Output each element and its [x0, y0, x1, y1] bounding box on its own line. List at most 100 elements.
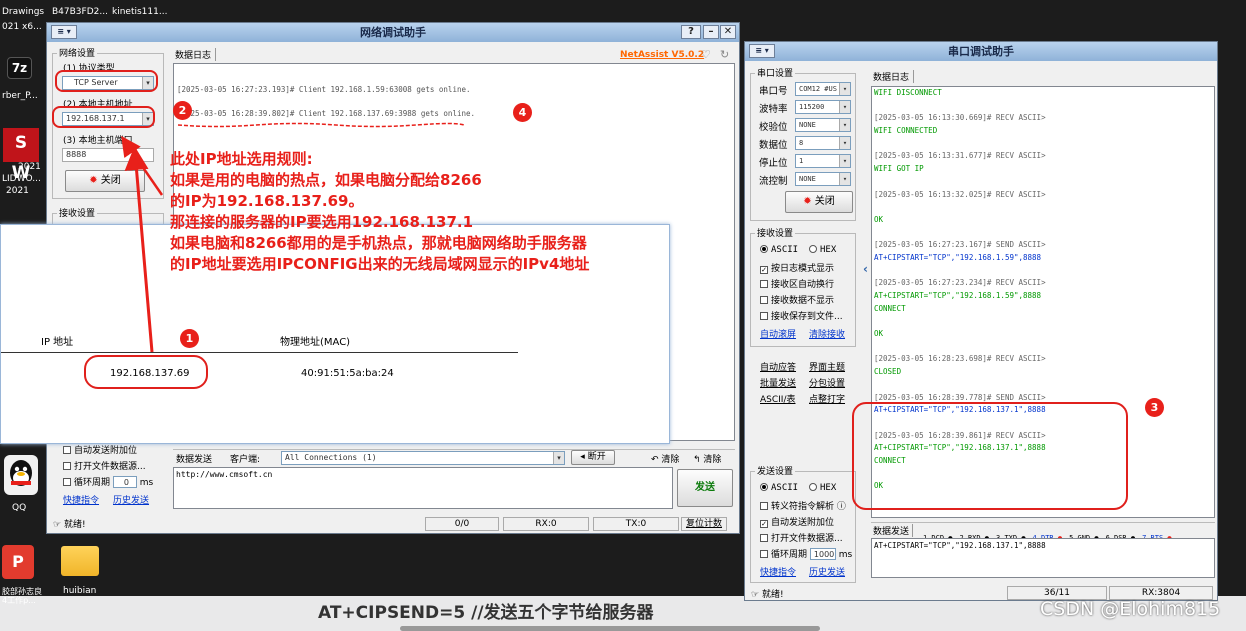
split-link[interactable]: 分包设置: [809, 376, 845, 389]
mac-value: 40:91:51:5a:ba:24: [301, 368, 394, 379]
clear-recv-link[interactable]: 清除接收: [809, 327, 845, 340]
serial-title-bar[interactable]: ≡ ▾ 串口调试助手: [745, 42, 1217, 61]
typewriter-link[interactable]: 点整打字: [809, 392, 845, 405]
net-close-button[interactable]: ✹ 关闭: [65, 170, 145, 192]
chevron-down-icon[interactable]: ▾: [839, 137, 850, 149]
desktop-item-label[interactable]: Drawings: [2, 7, 44, 18]
checkbox[interactable]: [63, 462, 71, 470]
checkbox[interactable]: ✓: [760, 266, 768, 274]
net-title-bar[interactable]: ≡ ▾ 网络调试助手 ? – ✕: [47, 23, 739, 42]
reset-count-button[interactable]: 复位计数: [681, 517, 727, 531]
checkbox[interactable]: [63, 478, 71, 486]
net-settings-label: 网络设置: [57, 46, 98, 59]
chevron-down-icon[interactable]: ▾: [839, 119, 850, 131]
send-hex-radio[interactable]: HEX: [809, 483, 836, 493]
escape-option[interactable]: 转义符指令解析 ⓘ: [760, 499, 846, 512]
clear-icon: ↶: [651, 455, 662, 465]
wps-icon[interactable]: P: [2, 545, 34, 579]
serial-setting-select[interactable]: 115200 ▾: [795, 100, 851, 114]
chevron-down-icon[interactable]: ▾: [553, 452, 564, 464]
serial-setting-select[interactable]: 1 ▾: [795, 154, 851, 168]
disconnect-button[interactable]: ◂ 断开: [571, 450, 615, 465]
checkbox[interactable]: [760, 534, 768, 542]
client-select[interactable]: All Connections (1) ▾: [281, 451, 565, 465]
serial-history-link[interactable]: 历史发送: [809, 565, 845, 578]
port-input[interactable]: 8888: [62, 148, 154, 162]
checkbox[interactable]: [760, 502, 768, 510]
serial-open-file-option[interactable]: 打开文件数据源...: [760, 531, 843, 544]
chevron-down-icon[interactable]: ▾: [839, 173, 850, 185]
solidworks-icon[interactable]: S W: [3, 128, 39, 183]
version-link[interactable]: NetAssist V5.0.2: [620, 50, 704, 60]
clear-button[interactable]: ↶ 清除: [651, 452, 679, 465]
auto-wrap-option[interactable]: 接收区自动换行: [760, 277, 834, 290]
serial-send-tab[interactable]: 数据发送: [873, 524, 914, 537]
no-show-option[interactable]: 接收数据不显示: [760, 293, 834, 306]
auto-reply-link[interactable]: 自动应答: [760, 360, 796, 373]
chevron-down-icon[interactable]: ▾: [839, 155, 850, 167]
desktop-item-label[interactable]: B47B3FD2...: [52, 7, 108, 18]
open-file-option[interactable]: 打开文件数据源...: [63, 459, 146, 472]
append-option[interactable]: ✓ 自动发送附加位: [760, 515, 834, 528]
checkbox[interactable]: ✓: [760, 520, 768, 528]
refresh-icon[interactable]: ↻: [720, 48, 729, 61]
auto-scroll-link[interactable]: 自动滚屏: [760, 327, 796, 340]
collapse-panel-icon[interactable]: ‹: [863, 262, 868, 276]
serial-send-label: 发送设置: [755, 464, 796, 477]
chevron-down-icon[interactable]: ▾: [839, 101, 850, 113]
info-icon[interactable]: ⓘ: [837, 502, 846, 512]
batch-send-link[interactable]: 批量发送: [760, 376, 796, 389]
radio[interactable]: [809, 245, 817, 253]
chevron-down-icon[interactable]: ▾: [839, 83, 850, 95]
shortcut-link[interactable]: 快捷指令: [63, 493, 99, 506]
7z-icon[interactable]: 7z: [7, 57, 32, 79]
auto-append-option[interactable]: 自动发送附加位: [63, 443, 137, 456]
send-tab[interactable]: 数据发送: [176, 452, 212, 465]
send-ascii-radio[interactable]: ASCII: [760, 483, 798, 493]
window-menu-button[interactable]: ≡ ▾: [749, 44, 775, 58]
history-link[interactable]: 历史发送: [113, 493, 149, 506]
no-show-label: 接收数据不显示: [771, 296, 835, 306]
recv-ascii-radio[interactable]: ASCII: [760, 245, 798, 255]
loop-option[interactable]: 循环周期 0 ms: [63, 475, 153, 488]
help-icon[interactable]: ?: [681, 25, 701, 39]
window-menu-button[interactable]: ≡ ▾: [51, 25, 77, 39]
scrollbar-thumb[interactable]: [400, 626, 820, 631]
checkbox[interactable]: [63, 446, 71, 454]
checkbox[interactable]: [760, 296, 768, 304]
checkbox[interactable]: [760, 550, 768, 558]
desktop-icon-label: 胶部孙志良 4工作p...: [2, 587, 42, 605]
send-button[interactable]: 发送: [677, 469, 733, 507]
radio[interactable]: [809, 483, 817, 491]
serial-loop-input[interactable]: 1000: [809, 548, 836, 560]
clear-all-button[interactable]: ↰ 清除: [693, 452, 721, 465]
badge-1: 1: [180, 329, 199, 348]
save-file-option[interactable]: 接收保存到文件...: [760, 309, 843, 322]
send-input[interactable]: http://www.cmsoft.cn: [173, 467, 673, 509]
serial-send-input[interactable]: AT+CIPSTART="TCP","192.168.137.1",8888: [871, 538, 1215, 578]
checkbox[interactable]: [760, 312, 768, 320]
close-button[interactable]: ✕: [720, 25, 736, 39]
loop-input[interactable]: 0: [112, 476, 137, 488]
serial-setting-select[interactable]: NONE ▾: [795, 118, 851, 132]
ascii-table-link[interactable]: ASCII/表: [760, 392, 796, 405]
folder-icon[interactable]: [61, 546, 99, 576]
serial-shortcut-link[interactable]: 快捷指令: [760, 565, 796, 578]
radio[interactable]: [760, 245, 768, 253]
heart-icon[interactable]: ♡: [701, 48, 711, 61]
radio[interactable]: [760, 483, 768, 491]
serial-log-line: WIFI DISCONNECT: [874, 88, 942, 97]
serial-close-button[interactable]: ✹ 关闭: [785, 191, 853, 213]
serial-setting-select[interactable]: 8 ▾: [795, 136, 851, 150]
serial-loop-option[interactable]: 循环周期 1000 ms: [760, 547, 852, 560]
minimize-button[interactable]: –: [703, 25, 719, 39]
theme-link[interactable]: 界面主题: [809, 360, 845, 373]
log-mode-option[interactable]: ✓ 按日志模式显示: [760, 261, 834, 274]
qq-icon[interactable]: [4, 455, 38, 495]
serial-setting-select[interactable]: NONE ▾: [795, 172, 851, 186]
recv-hex-radio[interactable]: HEX: [809, 245, 836, 255]
log-line: [2025-03-05 16:28:39.802]# Client 192.16…: [177, 109, 476, 118]
serial-setting-select[interactable]: COM12 #US ▾: [795, 82, 851, 96]
checkbox[interactable]: [760, 280, 768, 288]
desktop-item-label[interactable]: kinetis111...: [112, 7, 167, 18]
